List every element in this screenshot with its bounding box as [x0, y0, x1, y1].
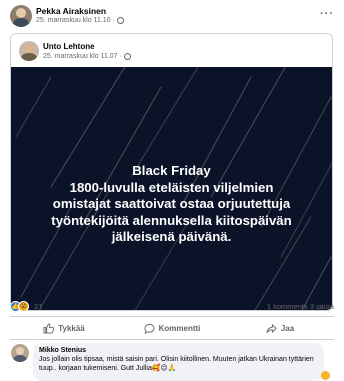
- comment-text: Jos jollain olis tipsaa, mistä saisin pa…: [39, 356, 314, 372]
- post-image[interactable]: Black Friday 1800-luvulla eteläisten vil…: [11, 67, 332, 310]
- like-button-label: Tykkää: [58, 323, 85, 333]
- actions-bar: Tykkää Kommentti Jaa: [10, 317, 334, 339]
- reaction-icons[interactable]: 👍 😮: [10, 301, 29, 312]
- comment-button-label: Kommentti: [158, 323, 201, 333]
- comment-icon: [144, 323, 155, 334]
- commenter-avatar[interactable]: [11, 344, 29, 362]
- wow-reaction-icon: 😮: [18, 301, 29, 312]
- image-caption-line: työntekijöitä alennuksella kiitospäivän: [51, 212, 292, 228]
- post-author-name[interactable]: Pekka Airaksinen: [36, 6, 106, 16]
- engagement-stats: 1 kommentti 3 jakoa: [267, 302, 334, 311]
- shared-author-avatar[interactable]: [19, 41, 39, 61]
- post-header: Pekka Airaksinen 25. marraskuu klo 11.10…: [0, 0, 344, 34]
- image-caption-line: omistajat saattoivat ostaa orjuutettuja: [52, 196, 291, 212]
- shared-post-meta: 25. marraskuu klo 11.07 ·: [43, 53, 131, 60]
- post-author-avatar[interactable]: [10, 5, 32, 27]
- shares-count-link[interactable]: 3 jakoa: [310, 302, 334, 311]
- comments-count-link[interactable]: 1 kommentti: [267, 302, 308, 311]
- share-button-label: Jaa: [280, 323, 295, 333]
- shared-post-header: Unto Lehtone 25. marraskuu klo 11.07 ·: [11, 34, 332, 67]
- image-caption: Black Friday 1800-luvulla eteläisten vil…: [11, 163, 332, 246]
- thumbs-up-icon: [43, 322, 55, 334]
- comment-reaction-icon[interactable]: [321, 371, 330, 380]
- share-icon: [266, 323, 277, 333]
- divider: [10, 339, 334, 340]
- image-caption-line: jälkeisenä päivänä.: [111, 229, 232, 245]
- shared-author-name[interactable]: Unto Lehtone: [43, 42, 95, 51]
- image-caption-line: Black Friday: [132, 163, 211, 178]
- shared-post-card[interactable]: Unto Lehtone 25. marraskuu klo 11.07 · B…: [10, 33, 333, 311]
- more-options-button[interactable]: ···: [320, 8, 334, 20]
- globe-icon: [123, 53, 131, 60]
- post-meta: 25. marraskuu klo 11.10 ·: [36, 17, 124, 24]
- post-timestamp[interactable]: 25. marraskuu klo 11.10: [36, 17, 111, 24]
- image-caption-line: 1800-luvulla eteläisten viljelmien: [69, 179, 274, 195]
- commenter-name[interactable]: Mikko Stenius: [39, 347, 318, 354]
- like-button[interactable]: Tykkää: [10, 317, 118, 339]
- reactions-bar: 👍 😮 21 1 kommentti 3 jakoa: [10, 300, 334, 314]
- globe-icon: [116, 17, 124, 24]
- comment-button[interactable]: Kommentti: [118, 317, 226, 339]
- share-button[interactable]: Jaa: [226, 317, 334, 339]
- comment-bubble: Mikko Stenius Jos jollain olis tipsaa, m…: [33, 343, 324, 381]
- shared-timestamp[interactable]: 25. marraskuu klo 11.07: [43, 53, 118, 60]
- reaction-count[interactable]: 21: [34, 302, 42, 311]
